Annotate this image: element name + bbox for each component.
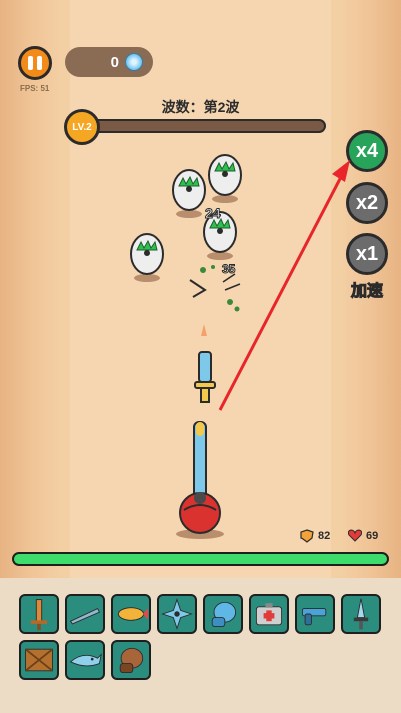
gem-icon (125, 53, 143, 71)
health-value: 69 (366, 529, 379, 542)
medkit-icon (255, 603, 283, 626)
egg-enemy (208, 154, 242, 203)
flying-sword (194, 324, 216, 403)
inventory-slot[interactable] (203, 594, 243, 634)
wave-title: 波数：第2波 (161, 99, 240, 115)
pistol-icon (301, 608, 327, 626)
inventory-slot[interactable] (111, 594, 151, 634)
coin-counter: 0 (65, 47, 153, 77)
coin-value: 0 (110, 53, 119, 71)
inventory-slot[interactable] (249, 594, 289, 634)
health-stat: 69 (348, 529, 378, 542)
inventory-panel (0, 578, 401, 713)
pause-icon (28, 56, 33, 70)
shuriken-icon (161, 598, 193, 630)
speed-label: 加速 (350, 283, 383, 301)
inventory-slot[interactable] (19, 640, 59, 680)
inventory-slot[interactable] (65, 594, 105, 634)
wooden-sword-icon (30, 599, 48, 631)
shield-value: 82 (318, 530, 331, 542)
speed-x2-button[interactable]: x2 (346, 182, 388, 224)
level-badge: LV.2 (64, 109, 100, 145)
egg-enemy (130, 233, 164, 282)
speed-x1-button[interactable]: x1 (346, 233, 388, 275)
crate-icon (24, 648, 54, 672)
player-hp-bar (12, 552, 389, 566)
player-character (176, 421, 224, 539)
fps-counter: FPS: 51 (20, 84, 50, 93)
inventory-slot[interactable] (341, 594, 381, 634)
bat-icon (69, 608, 101, 625)
fish-icon (117, 607, 149, 621)
impact-debris (189, 265, 241, 312)
inventory-slot[interactable] (19, 594, 59, 634)
dagger-icon (353, 598, 369, 630)
boxing-glove-icon (211, 601, 237, 628)
damage-number: 24 (205, 205, 222, 222)
shield-icon (300, 529, 314, 543)
speed-x4-button[interactable]: x4 (346, 130, 388, 172)
heart-icon (348, 529, 362, 542)
inventory-slot[interactable] (111, 640, 151, 680)
inventory-slot[interactable] (157, 594, 197, 634)
glove-icon (119, 647, 144, 674)
inventory-slot[interactable] (65, 640, 105, 680)
shield-stat: 82 (300, 529, 330, 543)
xp-bar (90, 119, 326, 133)
inventory-slot[interactable] (295, 594, 335, 634)
shark-icon (69, 653, 102, 667)
pause-button[interactable] (18, 46, 52, 80)
